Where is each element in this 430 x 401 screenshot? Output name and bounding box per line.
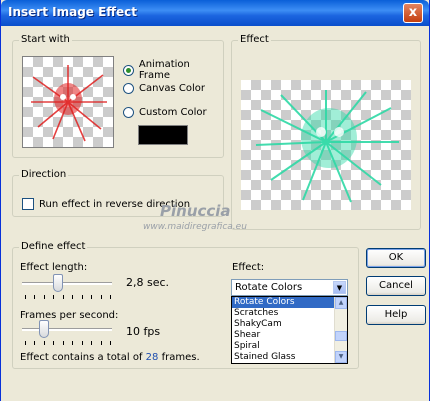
start-frame-image: [31, 65, 107, 142]
watermark-name: Pinuccia: [160, 202, 231, 220]
fps-track[interactable]: [22, 328, 112, 331]
effect-list[interactable]: Rotate Colors Scratches ShakyCam Shear S…: [231, 296, 348, 364]
effect-length-track[interactable]: [22, 282, 112, 285]
define-effect-label: Define effect: [19, 241, 88, 252]
effect-list-scrollbar[interactable]: ▲ ▼: [334, 297, 347, 363]
title-bar[interactable]: Insert Image Effect x: [1, 0, 429, 26]
list-item[interactable]: Stained Glass: [232, 352, 347, 363]
effect-dropdown[interactable]: Rotate Colors ▼: [231, 279, 348, 296]
direction-label: Direction: [19, 169, 69, 180]
cancel-button[interactable]: Cancel: [366, 276, 426, 296]
fps-value: 10 fps: [126, 325, 161, 338]
effect-length-ticks: [25, 295, 111, 299]
ok-button[interactable]: OK: [366, 248, 426, 268]
total-prefix: Effect contains a total of: [20, 352, 143, 363]
effect-dropdown-value: Rotate Colors: [235, 282, 303, 293]
scroll-down-icon[interactable]: ▼: [335, 351, 347, 363]
radio-label: Custom Color: [139, 107, 207, 118]
total-frames-text: Effect contains a total of 28 frames.: [20, 352, 200, 363]
effect-length-label: Effect length:: [20, 262, 88, 273]
custom-color-swatch[interactable]: [138, 125, 188, 145]
effect-length-thumb[interactable]: [53, 274, 63, 292]
radio-dot: [123, 64, 134, 76]
fps-thumb[interactable]: [39, 320, 49, 338]
radio-canvas-color[interactable]: Canvas Color: [123, 83, 205, 94]
start-with-label: Start with: [19, 34, 72, 45]
effect-frame-image: [255, 90, 399, 203]
effect-length-value: 2,8 sec.: [126, 276, 170, 289]
help-button[interactable]: Help: [366, 305, 426, 325]
total-frames-count: 28: [145, 352, 159, 363]
radio-custom-color[interactable]: Custom Color: [123, 107, 207, 118]
effect-preview-label: Effect: [238, 34, 271, 45]
radio-dot: [123, 83, 134, 94]
watermark-site: www.maidiregrafica.eu: [143, 222, 247, 232]
dialog-window: Insert Image Effect x Start with Animati…: [0, 0, 430, 401]
list-item[interactable]: ShakyCam: [232, 319, 347, 330]
effect-preview: [241, 80, 411, 210]
list-item[interactable]: Scratches: [232, 308, 347, 319]
total-suffix: frames.: [161, 352, 200, 363]
start-with-group: Start with Animation Frame Canvas Color: [12, 34, 224, 158]
radio-dot: [123, 107, 134, 118]
effect-preview-group: Effect: [231, 34, 421, 230]
scroll-thumb[interactable]: [335, 331, 347, 341]
fps-ticks: [25, 341, 111, 345]
chevron-down-icon[interactable]: ▼: [333, 281, 346, 294]
radio-label: Canvas Color: [139, 83, 205, 94]
fps-label: Frames per second:: [20, 310, 119, 321]
start-preview: [22, 56, 114, 148]
list-item[interactable]: Spiral: [232, 341, 347, 352]
list-item[interactable]: Shear: [232, 330, 347, 341]
effect-select-label: Effect:: [232, 262, 265, 273]
close-button[interactable]: x: [403, 3, 423, 23]
window-title: Insert Image Effect: [8, 5, 137, 19]
list-item[interactable]: Rotate Colors: [232, 297, 347, 308]
radio-label: Animation Frame: [138, 59, 190, 81]
reverse-checkbox[interactable]: [22, 198, 34, 210]
scroll-up-icon[interactable]: ▲: [335, 297, 347, 309]
radio-animation-frame[interactable]: Animation Frame: [123, 59, 223, 81]
